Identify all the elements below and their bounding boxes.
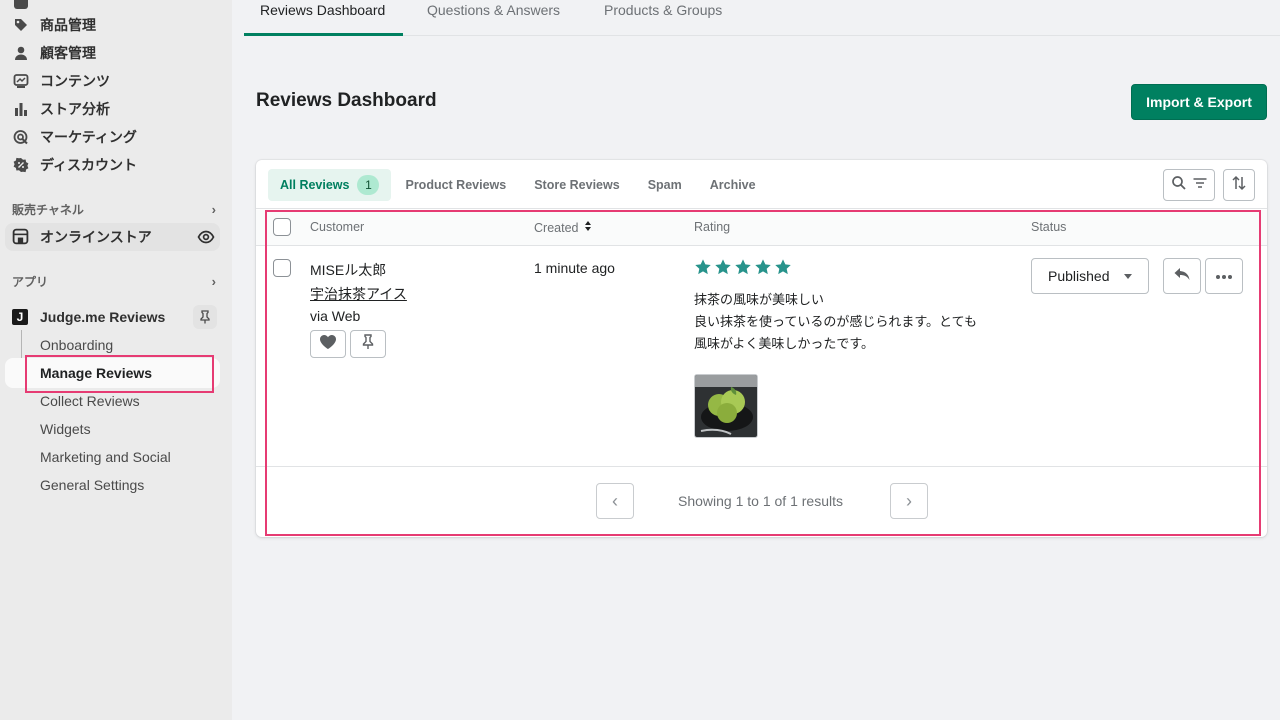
- content-icon: [12, 72, 30, 90]
- sidebar-sub-widgets[interactable]: Widgets: [40, 419, 91, 439]
- person-icon: [12, 44, 30, 62]
- sales-channels-header[interactable]: 販売チャネル ›: [12, 201, 216, 218]
- sort-arrows-icon: [1231, 175, 1247, 196]
- sidebar-item-label: マーケティング: [40, 129, 137, 145]
- column-created[interactable]: Created: [534, 220, 592, 235]
- row-checkbox[interactable]: [273, 259, 291, 277]
- review-photo-thumbnail[interactable]: [694, 374, 758, 438]
- tab-products-groups[interactable]: Products & Groups: [604, 0, 722, 36]
- sidebar-item-products[interactable]: 商品管理: [12, 13, 96, 37]
- judgeme-logo-icon: J: [12, 309, 28, 325]
- apps-header[interactable]: アプリ ›: [12, 273, 216, 290]
- chevron-right-icon: ›: [211, 202, 216, 217]
- chevron-right-icon: ›: [906, 490, 912, 511]
- sidebar-sub-collect-reviews[interactable]: Collect Reviews: [40, 391, 140, 411]
- created-time: 1 minute ago: [534, 260, 615, 276]
- filter-tab-store-reviews[interactable]: Store Reviews: [520, 169, 633, 201]
- tab-questions-answers[interactable]: Questions & Answers: [427, 0, 560, 36]
- star-icon: [735, 259, 751, 275]
- star-rating: [694, 258, 794, 276]
- select-all-checkbox[interactable]: [273, 218, 291, 236]
- sidebar-item-discounts[interactable]: ディスカウント: [12, 153, 137, 177]
- sidebar-item-content[interactable]: コンテンツ: [12, 69, 110, 93]
- highlight-annotation: [25, 355, 214, 393]
- sidebar-item-label: 顧客管理: [40, 45, 96, 61]
- next-page-button[interactable]: ›: [890, 483, 928, 519]
- store-icon: [12, 228, 30, 246]
- tag-icon: [12, 16, 30, 34]
- pin-icon[interactable]: [193, 305, 217, 329]
- chevron-right-icon: ›: [211, 274, 216, 289]
- reply-arrow-icon: [1173, 266, 1191, 287]
- star-icon: [775, 259, 791, 275]
- bar-chart-icon: [12, 100, 30, 118]
- sort-caret-icon: [584, 220, 592, 235]
- sidebar-item-marketing[interactable]: マーケティング: [12, 125, 137, 149]
- eye-icon[interactable]: [197, 228, 215, 246]
- page-title: Reviews Dashboard: [256, 90, 437, 111]
- sidebar-item-customers[interactable]: 顧客管理: [12, 41, 96, 65]
- star-icon: [715, 259, 731, 275]
- product-link[interactable]: 宇治抹茶アイス: [310, 284, 407, 304]
- chevron-left-icon: ‹: [612, 490, 618, 511]
- star-icon: [755, 259, 771, 275]
- sidebar-item-judgeme[interactable]: J Judge.me Reviews: [12, 305, 217, 329]
- sidebar-item-label: コンテンツ: [40, 73, 110, 89]
- discount-icon: [12, 156, 30, 174]
- sort-button[interactable]: [1223, 169, 1255, 201]
- curate-button[interactable]: [310, 330, 346, 358]
- review-source: via Web: [310, 308, 361, 324]
- filter-tab-all-reviews[interactable]: All Reviews 1: [268, 169, 392, 201]
- top-tabs: Reviews Dashboard Questions & Answers Pr…: [244, 0, 1280, 36]
- inbox-icon: [12, 0, 30, 12]
- sidebar-item-analytics[interactable]: ストア分析: [12, 97, 110, 121]
- column-status: Status: [1031, 220, 1067, 234]
- search-icon: [1171, 175, 1187, 196]
- sidebar-item-online-store[interactable]: オンラインストア: [5, 223, 220, 251]
- review-body: 良い抹茶を使っているのが感じられます。とても風味がよく美味しかったです。: [694, 314, 978, 351]
- import-export-button[interactable]: Import & Export: [1131, 84, 1267, 120]
- prev-page-button[interactable]: ‹: [596, 483, 634, 519]
- filter-tab-archive[interactable]: Archive: [696, 169, 770, 201]
- target-icon: [12, 128, 30, 146]
- heart-icon: [319, 334, 337, 355]
- reviews-card: All Reviews 1 Product Reviews Store Revi…: [256, 160, 1267, 537]
- sidebar-sub-onboarding[interactable]: Onboarding: [40, 335, 113, 355]
- search-filter-button[interactable]: [1163, 169, 1215, 201]
- sidebar-item-label: ディスカウント: [40, 157, 138, 173]
- filter-tab-product-reviews[interactable]: Product Reviews: [391, 169, 520, 201]
- caret-down-icon: [1124, 274, 1132, 279]
- count-badge: 1: [357, 175, 380, 195]
- filter-tab-spam[interactable]: Spam: [634, 169, 696, 201]
- ellipsis-icon: [1215, 267, 1233, 285]
- divider: [256, 466, 1267, 467]
- reply-button[interactable]: [1163, 258, 1201, 294]
- tab-reviews-dashboard[interactable]: Reviews Dashboard: [244, 0, 403, 36]
- star-icon: [695, 259, 711, 275]
- divider: [256, 208, 1267, 209]
- review-title: 抹茶の風味が美味しい: [694, 292, 825, 307]
- sidebar-sub-general-settings[interactable]: General Settings: [40, 475, 144, 495]
- column-rating: Rating: [694, 220, 731, 234]
- pin-review-button[interactable]: [350, 330, 386, 358]
- column-customer: Customer: [310, 220, 365, 234]
- more-actions-button[interactable]: [1205, 258, 1243, 294]
- filter-tabs: All Reviews 1 Product Reviews Store Revi…: [268, 169, 770, 201]
- pagination-info: Showing 1 to 1 of 1 results: [678, 493, 843, 509]
- sidebar: 商品管理 顧客管理 コンテンツ ストア分析 マーケティング ディスカウント 販売…: [0, 0, 232, 720]
- sidebar-item-label: ストア分析: [40, 101, 110, 117]
- status-select[interactable]: Published: [1031, 258, 1149, 294]
- customer-name: MISEル太郎: [310, 262, 387, 278]
- pin-icon: [361, 333, 375, 355]
- table-header: Customer Created Rating Status: [256, 210, 1267, 246]
- filter-lines-icon: [1192, 175, 1208, 196]
- sidebar-sub-marketing-social[interactable]: Marketing and Social: [40, 447, 171, 467]
- sidebar-item-label: 商品管理: [40, 17, 96, 33]
